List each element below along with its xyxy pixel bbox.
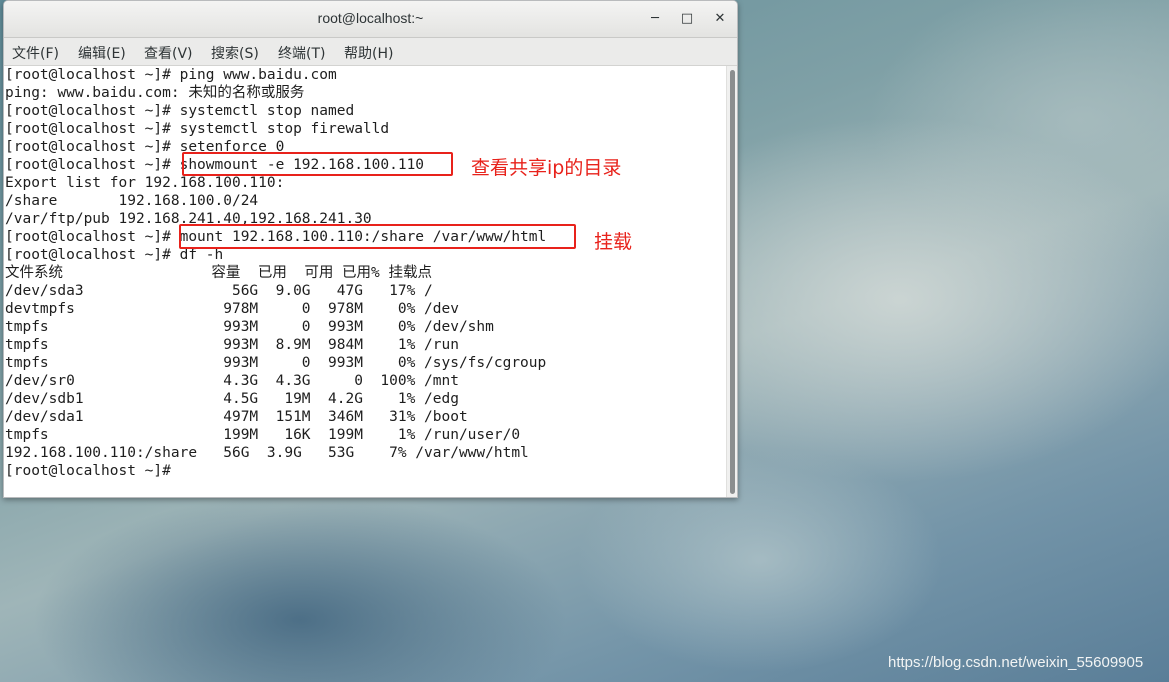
terminal-line: /dev/sr0 4.3G 4.3G 0 100% /mnt bbox=[5, 373, 459, 389]
mount-highlight-box bbox=[179, 224, 576, 249]
showmount-annotation: 查看共享ip的目录 bbox=[471, 157, 622, 179]
terminal-line: [root@localhost ~]# ping www.baidu.com bbox=[5, 67, 337, 83]
terminal-line: /dev/sda3 56G 9.0G 47G 17% / bbox=[5, 283, 433, 299]
minimize-button[interactable]: ─ bbox=[645, 9, 665, 29]
terminal-line: devtmpfs 978M 0 978M 0% /dev bbox=[5, 301, 459, 317]
menu-edit[interactable]: 编辑(E) bbox=[78, 43, 126, 63]
terminal-line: ping: www.baidu.com: 未知的名称或服务 bbox=[5, 85, 305, 101]
menu-bar: 文件(F) 编辑(E) 查看(V) 搜索(S) 终端(T) 帮助(H) bbox=[4, 38, 737, 66]
menu-file[interactable]: 文件(F) bbox=[12, 43, 59, 63]
window-title: root@localhost:~ bbox=[317, 10, 424, 26]
menu-view[interactable]: 查看(V) bbox=[144, 43, 193, 63]
terminal-output[interactable]: [root@localhost ~]# ping www.baidu.com p… bbox=[4, 66, 726, 497]
menu-help[interactable]: 帮助(H) bbox=[344, 43, 393, 63]
showmount-highlight-box bbox=[182, 152, 453, 176]
terminal-line: 192.168.100.110:/share 56G 3.9G 53G 7% /… bbox=[5, 445, 529, 461]
title-bar[interactable]: root@localhost:~ ─ □ ✕ bbox=[4, 1, 737, 38]
terminal-scrollbar[interactable] bbox=[726, 66, 737, 497]
close-button[interactable]: ✕ bbox=[710, 9, 730, 29]
terminal-line: tmpfs 993M 0 993M 0% /dev/shm bbox=[5, 319, 494, 335]
terminal-line: tmpfs 199M 16K 199M 1% /run/user/0 bbox=[5, 427, 521, 443]
terminal-line: /dev/sda1 497M 151M 346M 31% /boot bbox=[5, 409, 468, 425]
maximize-button[interactable]: □ bbox=[677, 9, 697, 29]
scrollbar-thumb[interactable] bbox=[730, 70, 735, 494]
mount-annotation: 挂载 bbox=[594, 231, 633, 253]
terminal-line: 文件系统 容量 已用 可用 已用% 挂载点 bbox=[5, 265, 433, 281]
terminal-prompt: [root@localhost ~]# bbox=[5, 463, 171, 479]
terminal-line: Export list for 192.168.100.110: bbox=[5, 175, 285, 191]
terminal-line: /dev/sdb1 4.5G 19M 4.2G 1% /edg bbox=[5, 391, 459, 407]
terminal-line: [root@localhost ~]# systemctl stop firew… bbox=[5, 121, 390, 137]
watermark: https://blog.csdn.net/weixin_55609905 bbox=[888, 654, 1144, 671]
terminal-line: /share 192.168.100.0/24 bbox=[5, 193, 259, 209]
terminal-line: tmpfs 993M 0 993M 0% /sys/fs/cgroup bbox=[5, 355, 547, 371]
terminal-line: tmpfs 993M 8.9M 984M 1% /run bbox=[5, 337, 459, 353]
menu-terminal[interactable]: 终端(T) bbox=[278, 43, 325, 63]
menu-search[interactable]: 搜索(S) bbox=[211, 43, 259, 63]
terminal-line: [root@localhost ~]# systemctl stop named bbox=[5, 103, 355, 119]
